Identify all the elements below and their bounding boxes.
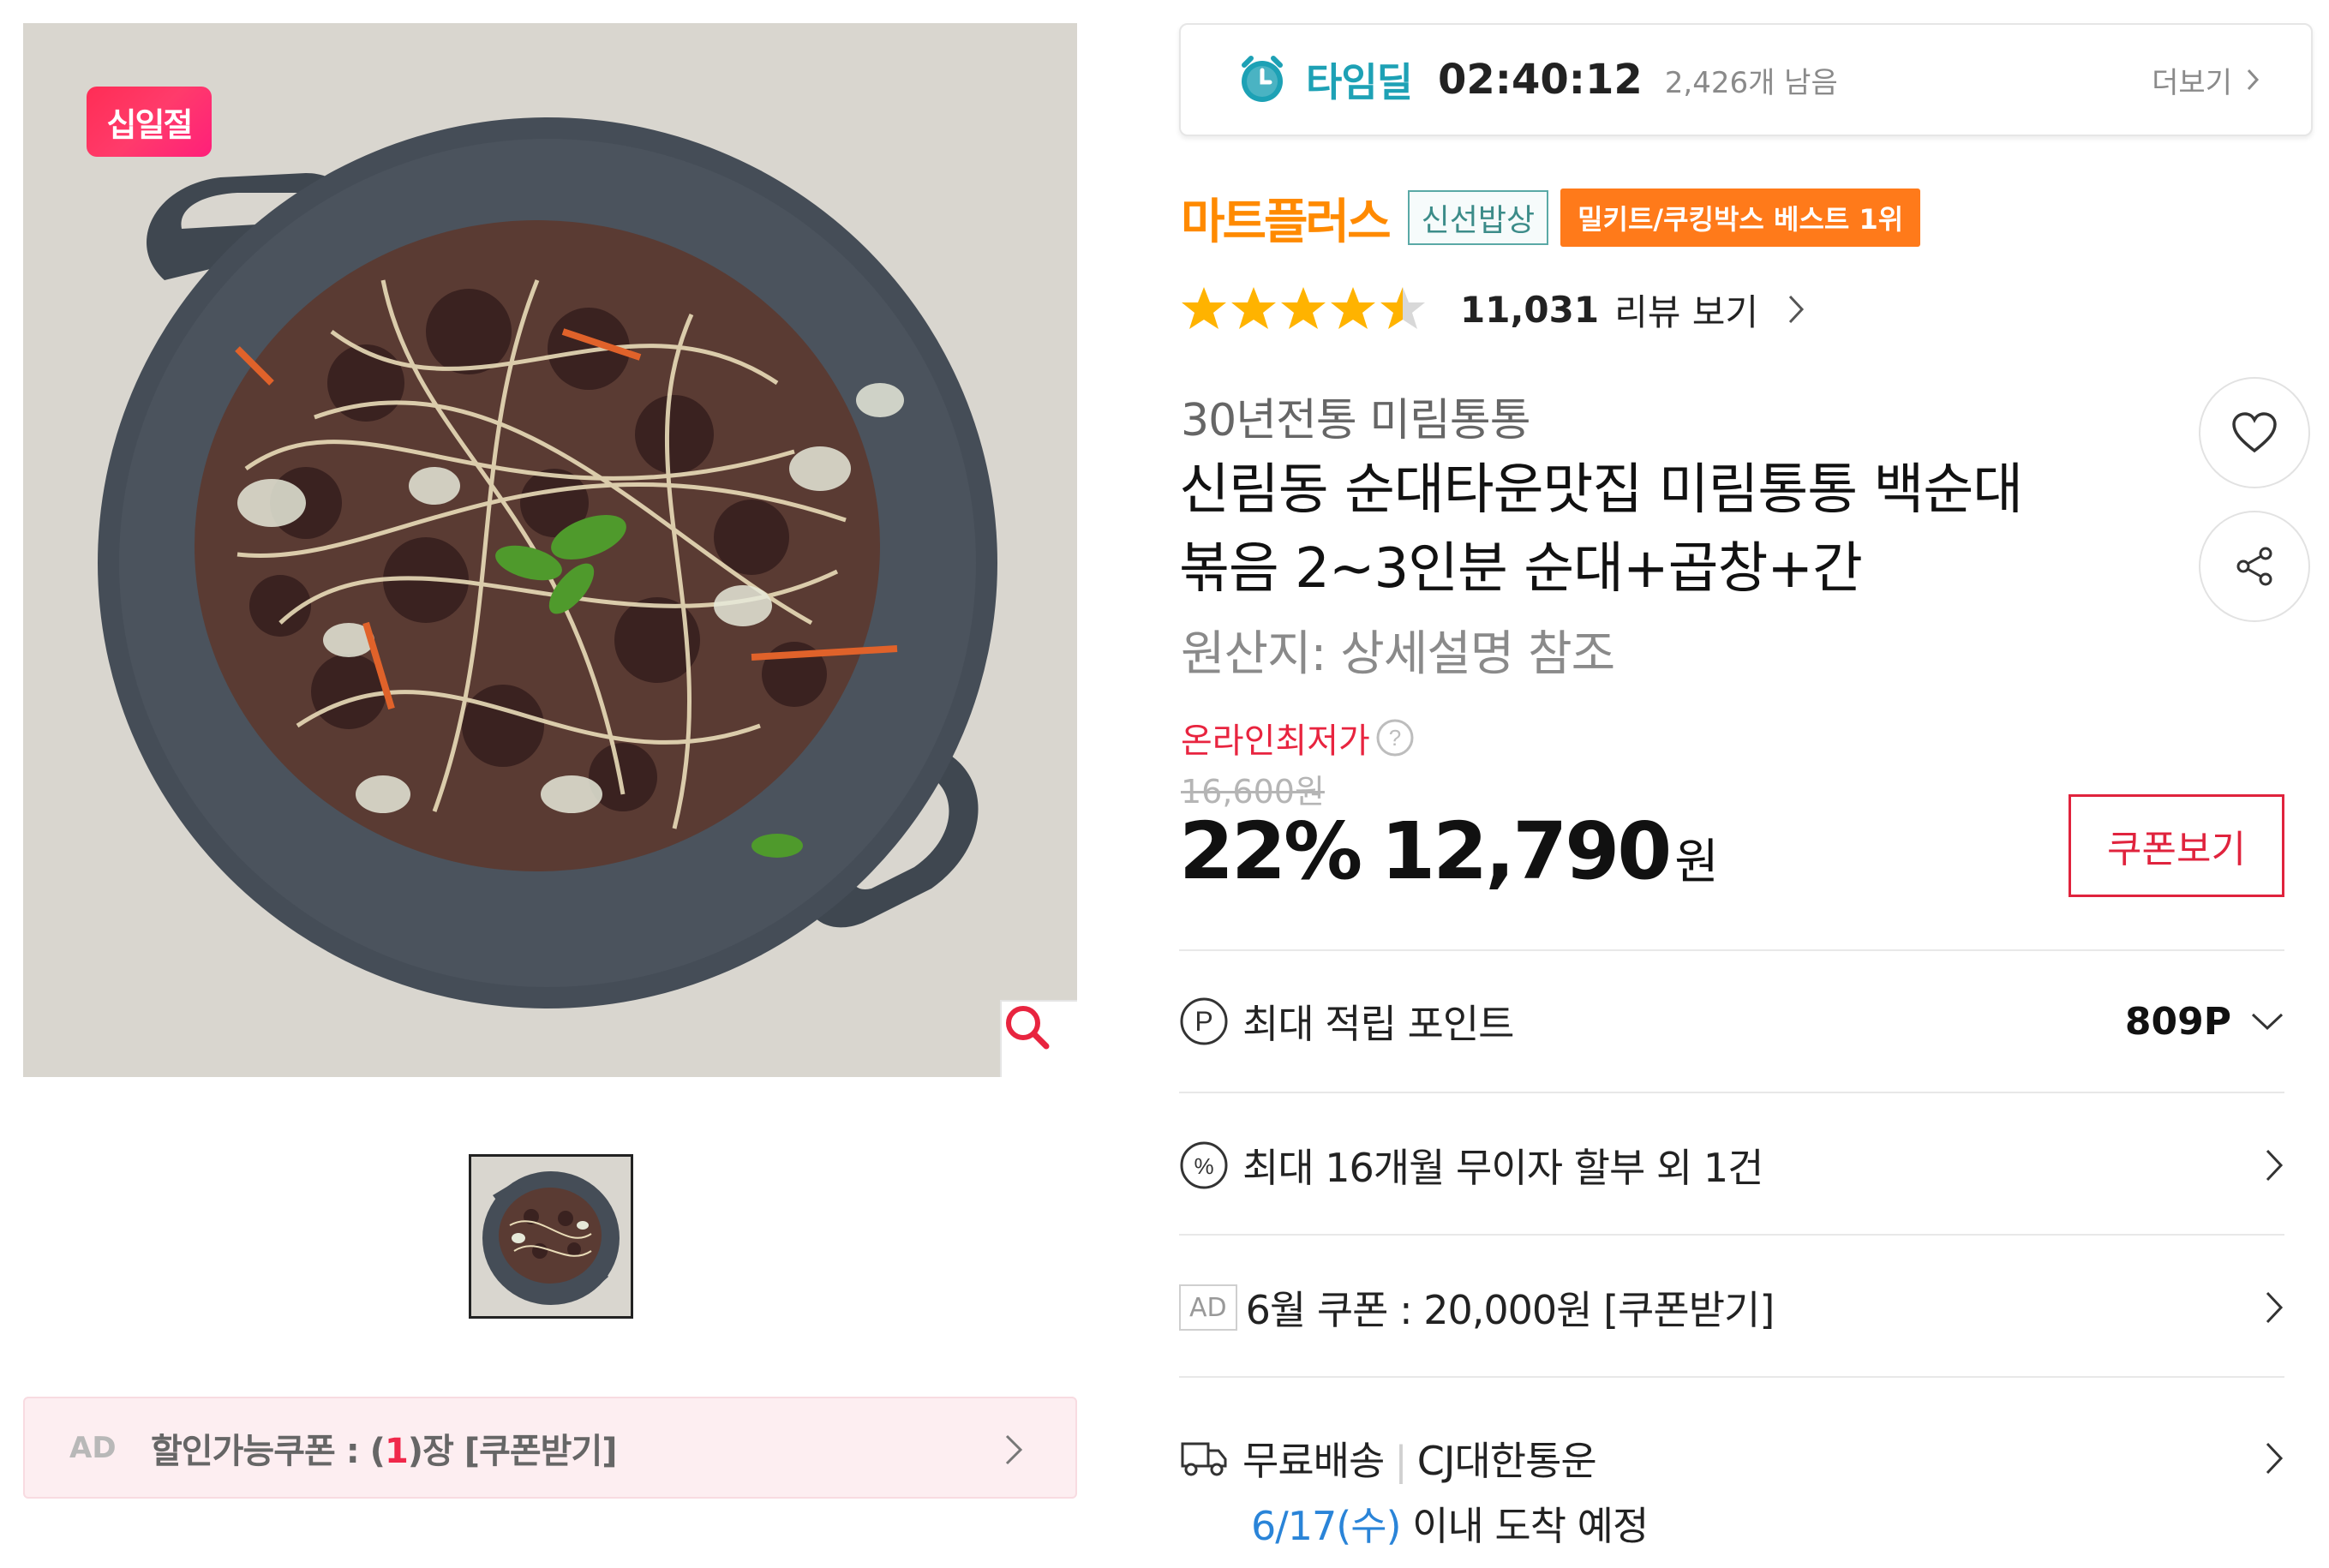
june-coupon-row[interactable]: AD 6월 쿠폰 : 20,000원 [쿠폰받기]	[1179, 1280, 2284, 1335]
review-count: 11,031	[1460, 288, 1600, 331]
brand-name[interactable]: 마트플러스	[1181, 183, 1392, 253]
discount-rate: 22%	[1179, 805, 1362, 897]
sale-price: 12,790	[1380, 805, 1672, 897]
chevron-right-icon	[2266, 1291, 2284, 1324]
point-icon-wrap: P	[1179, 996, 1236, 1046]
search-icon	[1006, 1006, 1050, 1050]
coupon-view-button[interactable]: 쿠폰보기	[2069, 794, 2284, 897]
thumbnail-photo-illustration	[471, 1157, 631, 1316]
heart-icon	[2232, 412, 2277, 453]
chevron-right-icon	[2266, 1149, 2284, 1182]
june-coupon-right	[2264, 1290, 2284, 1326]
chevron-right-icon	[1005, 1434, 1023, 1465]
product-title: 신림동 순대타운맛집 미림통통 백순대 볶음 2~3인분 순대+곱창+간	[1179, 451, 2156, 608]
rating-row[interactable]: 11,031 리뷰 보기	[1179, 281, 1805, 338]
lowest-price-text: 온라인최저가	[1181, 721, 1370, 761]
product-origin: 원산지: 상세설명 참조	[1181, 626, 1615, 682]
timedeal-timer: 02:40:12	[1437, 56, 1643, 104]
divider	[1179, 1234, 2284, 1236]
currency-unit: 원	[1674, 835, 1719, 890]
shipping-row[interactable]: 무료배송 | CJ대한통운	[1179, 1433, 2284, 1484]
points-value: 809P	[2124, 999, 2231, 1044]
installment-row[interactable]: % 최대 16개월 무이자 할부 외 1건	[1179, 1140, 2284, 1191]
thumbnail-image[interactable]	[469, 1154, 633, 1319]
points-row[interactable]: P 최대 적립 포인트 809P	[1179, 996, 2284, 1047]
svg-text:?: ?	[1389, 725, 1401, 751]
best-tag[interactable]: 밀키트/쿠킹박스 베스트 1위	[1560, 189, 1921, 247]
brand-row: 마트플러스 신선밥상 밀키트/쿠킹박스 베스트 1위	[1181, 189, 1921, 250]
truck-icon-wrap	[1179, 1437, 1236, 1480]
divider	[1179, 1092, 2284, 1093]
timedeal-banner[interactable]: 타임딜 02:40:12 2,426개 남음 더보기	[1179, 23, 2313, 136]
promo-badge: 십일절	[87, 87, 212, 157]
june-coupon-label: 6월 쿠폰 : 20,000원 [쿠폰받기]	[1245, 1287, 1775, 1333]
chevron-right-icon	[1788, 295, 1805, 324]
wishlist-button[interactable]	[2199, 377, 2310, 488]
share-button[interactable]	[2199, 511, 2310, 622]
points-right: 809P	[2125, 1000, 2284, 1044]
review-link[interactable]: 리뷰 보기	[1614, 284, 1758, 336]
arrival-text: 이내 도착 예정	[1400, 1503, 1649, 1549]
truck-icon	[1181, 1442, 1227, 1476]
product-subtitle: 30년전통 미림통통	[1181, 395, 1531, 446]
points-label: 최대 적립 포인트	[1242, 1001, 1514, 1047]
alarm-clock-icon	[1242, 56, 1283, 102]
lowest-price-label: 온라인최저가 ?	[1181, 713, 1415, 763]
shipping-label: 무료배송	[1242, 1438, 1385, 1484]
chevron-down-icon	[2251, 1013, 2284, 1031]
timedeal-label: 타임딜	[1306, 59, 1413, 105]
timedeal-remaining: 2,426개 남음	[1664, 65, 1838, 100]
coupon-banner-text: 할인가능쿠폰 : (1)장 [쿠폰받기]	[151, 1431, 618, 1471]
installment-right	[2264, 1147, 2284, 1183]
price-row: 22% 12,790 원	[1179, 805, 1719, 897]
main-product-image[interactable]: 십일절	[23, 23, 1077, 1077]
product-title-line2: 볶음 2~3인분 순대+곱창+간	[1179, 537, 1863, 601]
star-rating	[1179, 284, 1436, 334]
ad-label: AD	[69, 1430, 117, 1465]
ad-label: AD	[1179, 1284, 1237, 1331]
svg-text:%: %	[1194, 1153, 1213, 1179]
point-icon: P	[1180, 997, 1228, 1045]
shipping-right	[2264, 1440, 2284, 1476]
arrival-date: 6/17(수)	[1251, 1503, 1402, 1549]
stars-icon	[1182, 287, 1425, 329]
percent-icon-wrap: %	[1179, 1140, 1236, 1190]
divider	[1179, 1376, 2284, 1378]
installment-label: 최대 16개월 무이자 할부 외 1건	[1242, 1145, 1763, 1191]
chevron-right-icon	[2266, 1442, 2284, 1475]
share-icon	[2236, 547, 2272, 586]
arrival-estimate: 6/17(수) 이내 도착 예정	[1251, 1495, 1649, 1552]
svg-text:P: P	[1194, 1006, 1212, 1037]
coupon-banner[interactable]: AD 할인가능쿠폰 : (1)장 [쿠폰받기]	[23, 1397, 1077, 1499]
product-title-line1: 신림동 순대타운맛집 미림통통 백순대	[1179, 458, 2023, 522]
shipping-info: 무료배송 | CJ대한통운	[1242, 1438, 1597, 1484]
help-icon[interactable]: ?	[1375, 718, 1415, 757]
fresh-tag: 신선밥상	[1407, 190, 1549, 245]
divider	[1179, 949, 2284, 951]
more-label: 더보기	[2152, 65, 2232, 100]
timedeal-more-link[interactable]: 더보기	[2152, 59, 2260, 101]
carrier-name: CJ대한통운	[1416, 1438, 1597, 1484]
percent-icon: %	[1180, 1141, 1228, 1189]
chevron-right-icon	[2247, 69, 2260, 91]
product-photo-illustration	[98, 117, 997, 1008]
zoom-button[interactable]	[1000, 1000, 1077, 1077]
coupon-count: 1	[384, 1431, 409, 1471]
